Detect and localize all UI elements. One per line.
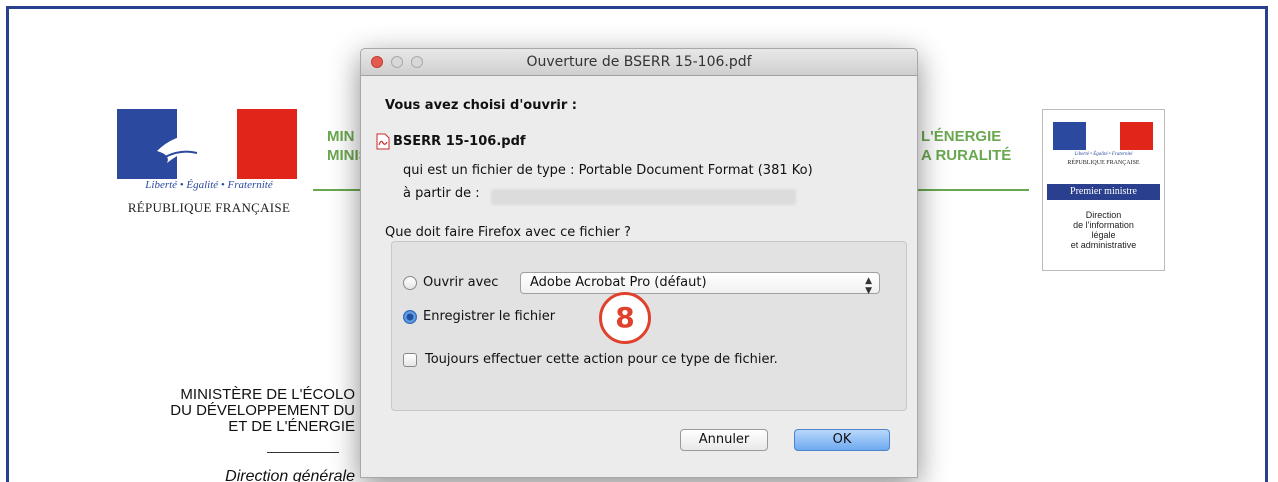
- dialog-titlebar[interactable]: Ouverture de BSERR 15-106.pdf: [361, 49, 917, 76]
- dialog-title: Ouverture de BSERR 15-106.pdf: [526, 54, 752, 70]
- dila-name: Direction de l'information légale et adm…: [1070, 210, 1137, 250]
- chosen-label: Vous avez choisi d'ouvrir :: [385, 98, 577, 113]
- open-with-select[interactable]: Adobe Acrobat Pro (défaut) ▲ ▼: [520, 272, 880, 296]
- source-url-blurred: [491, 189, 796, 205]
- marianne-flag-icon: [117, 109, 297, 179]
- ministry-title-right: L'ÉNERGIE A RURALITÉ: [921, 128, 1012, 164]
- updown-arrows-icon: ▲ ▼: [865, 276, 872, 296]
- open-with-value: Adobe Acrobat Pro (défaut): [530, 275, 707, 290]
- direction-generale: Direction générale: [225, 468, 355, 482]
- rf-motto: Liberté • Égalité • Fraternité: [145, 179, 273, 191]
- from-label: à partir de :: [403, 186, 480, 201]
- republique-francaise-logo: Liberté • Égalité • Fraternité RÉPUBLIQU…: [109, 109, 309, 229]
- rf-name: RÉPUBLIQUE FRANÇAISE: [127, 200, 291, 215]
- firefox-download-dialog: Ouverture de BSERR 15-106.pdf Vous avez …: [360, 48, 918, 478]
- file-name: BSERR 15-106.pdf: [393, 134, 526, 149]
- pm-flag-icon: [1053, 122, 1153, 150]
- save-file-radio[interactable]: [403, 310, 417, 324]
- always-do-label[interactable]: Toujours effectuer cette action pour ce …: [425, 352, 778, 367]
- open-with-label[interactable]: Ouvrir avec: [423, 275, 498, 290]
- ministere-block: MINISTÈRE DE L'ÉCOLO DU DÉVELOPPEMENT DU…: [170, 386, 355, 435]
- premier-ministre-logo: Liberté • Égalité • Fraternité RÉPUBLIQU…: [1042, 109, 1165, 271]
- cancel-button[interactable]: Annuler: [680, 429, 768, 451]
- question-label: Que doit faire Firefox avec ce fichier ?: [385, 225, 631, 240]
- small-divider: [267, 452, 339, 453]
- green-divider-right: [917, 189, 1029, 191]
- pdf-file-icon: [376, 133, 390, 150]
- pm-band: Premier ministre: [1047, 184, 1160, 200]
- ok-button[interactable]: OK: [794, 429, 890, 451]
- open-with-radio[interactable]: [403, 276, 417, 290]
- file-type-line: qui est un fichier de type : Portable Do…: [403, 163, 813, 178]
- save-file-label[interactable]: Enregistrer le fichier: [423, 309, 555, 324]
- always-do-checkbox[interactable]: [403, 353, 417, 367]
- step-number-badge: 8: [599, 292, 651, 344]
